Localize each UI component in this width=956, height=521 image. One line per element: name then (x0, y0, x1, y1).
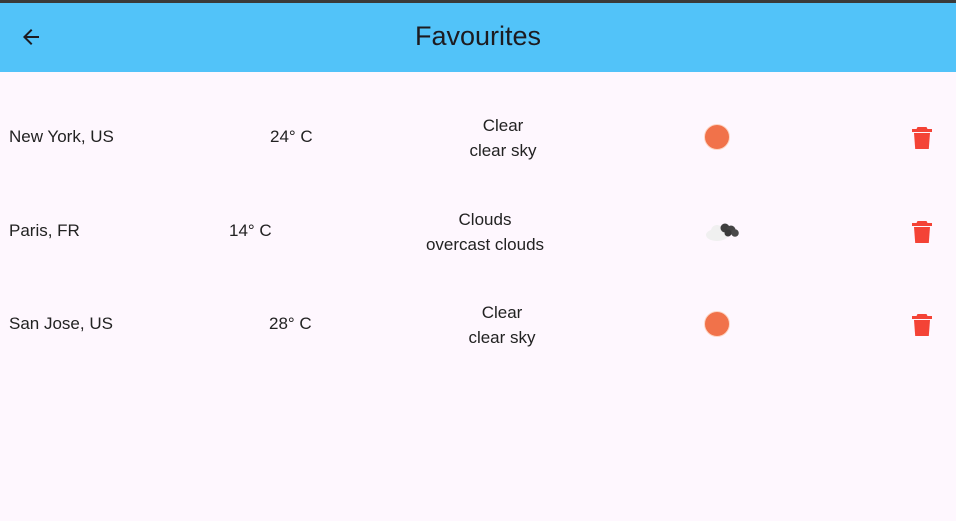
trash-icon (912, 314, 932, 336)
page-title: Favourites (414, 21, 542, 51)
sun-icon (704, 124, 730, 150)
city-name: San Jose, US (9, 314, 113, 333)
city-name: Paris, FR (9, 221, 80, 240)
weather-summary: Clear clear sky (403, 113, 603, 163)
delete-button[interactable] (906, 311, 938, 339)
overcast-clouds-icon (706, 223, 739, 241)
weather-condition: Clouds (458, 210, 512, 229)
weather-icon-container (697, 309, 737, 339)
weather-condition: Clear (481, 303, 523, 322)
city-name: New York, US (9, 127, 114, 146)
weather-icon-container (697, 122, 737, 152)
temperature: 14° C (229, 221, 272, 240)
weather-summary: Clear clear sky (402, 300, 602, 350)
app-bar: Favourites (0, 3, 956, 72)
favourite-row: San Jose, US 28° C Clear clear sky (0, 278, 956, 371)
weather-description: clear sky (469, 141, 537, 160)
trash-icon (912, 221, 932, 243)
back-button[interactable] (12, 18, 50, 56)
temperature: 28° C (269, 314, 312, 333)
favourite-row: Paris, FR 14° C Clouds overcast clouds (0, 185, 956, 278)
trash-icon (912, 127, 932, 149)
delete-button[interactable] (906, 124, 938, 152)
temperature: 24° C (270, 127, 313, 146)
weather-description: clear sky (468, 328, 536, 347)
weather-icon-container (703, 216, 743, 246)
favourite-row: New York, US 24° C Clear clear sky (0, 91, 956, 184)
arrow-left-icon (23, 29, 39, 45)
delete-button[interactable] (906, 218, 938, 246)
weather-summary: Clouds overcast clouds (385, 207, 585, 257)
sun-icon (704, 311, 730, 337)
weather-condition: Clear (482, 116, 524, 135)
weather-description: overcast clouds (425, 235, 545, 254)
